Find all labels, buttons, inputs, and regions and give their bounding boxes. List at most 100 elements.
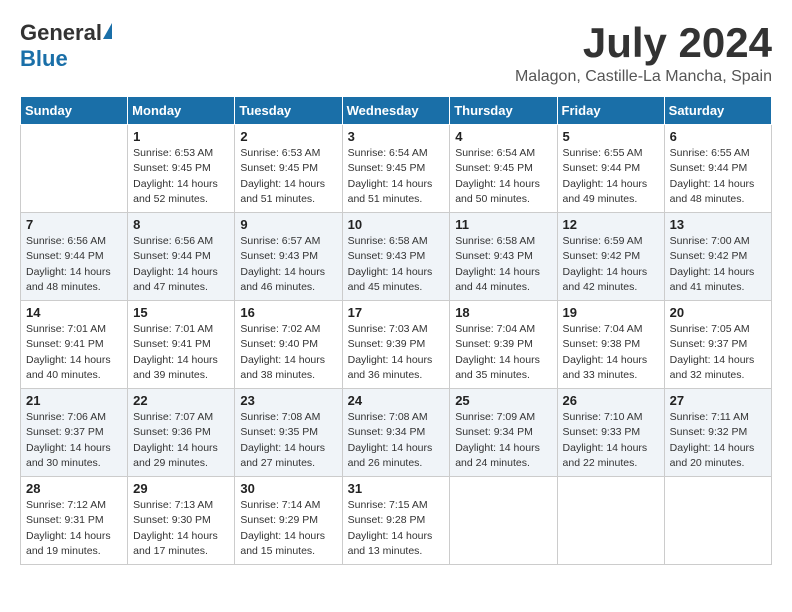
day-number: 29 bbox=[133, 481, 229, 496]
calendar-cell: 21Sunrise: 7:06 AMSunset: 9:37 PMDayligh… bbox=[21, 389, 128, 477]
day-info: Sunrise: 7:07 AMSunset: 9:36 PMDaylight:… bbox=[133, 410, 229, 471]
location: Malagon, Castille-La Mancha, Spain bbox=[515, 68, 772, 86]
day-number: 17 bbox=[348, 305, 445, 320]
header: General Blue July 2024 Malagon, Castille… bbox=[20, 20, 772, 86]
calendar-cell: 9 Sunrise: 6:57 AMSunset: 9:43 PMDaylight… bbox=[235, 213, 342, 301]
logo: General Blue bbox=[20, 20, 112, 72]
day-info: Sunrise: 7:01 AMSunset: 9:41 PMDaylight:… bbox=[26, 322, 122, 383]
calendar-cell: 20 Sunrise: 7:05 AMSunset: 9:37 PMDayligh… bbox=[664, 301, 771, 389]
calendar-cell: 13 Sunrise: 7:00 AMSunset: 9:42 PMDayligh… bbox=[664, 213, 771, 301]
day-number: 14 bbox=[26, 305, 122, 320]
day-number: 7 bbox=[26, 217, 122, 232]
day-number: 18 bbox=[455, 305, 551, 320]
day-number: 22 bbox=[133, 393, 229, 408]
day-info: Sunrise: 6:53 AMSunset: 9:45 PMDaylight:… bbox=[133, 146, 229, 207]
day-of-week-header: Saturday bbox=[664, 97, 771, 125]
day-number: 12 bbox=[563, 217, 659, 232]
day-info: Sunrise: 7:05 AMSunset: 9:37 PMDaylight:… bbox=[670, 322, 766, 383]
day-info: Sunrise: 7:15 AMSunset: 9:28 PMDaylight:… bbox=[348, 498, 445, 559]
day-number: 6 bbox=[670, 129, 766, 144]
calendar-cell: 6 Sunrise: 6:55 AMSunset: 9:44 PMDaylight… bbox=[664, 125, 771, 213]
day-number: 16 bbox=[240, 305, 336, 320]
calendar-week-row: 1 Sunrise: 6:53 AMSunset: 9:45 PMDaylight… bbox=[21, 125, 772, 213]
calendar-cell: 2 Sunrise: 6:53 AMSunset: 9:45 PMDaylight… bbox=[235, 125, 342, 213]
day-number: 31 bbox=[348, 481, 445, 496]
day-info: Sunrise: 7:04 AMSunset: 9:39 PMDaylight:… bbox=[455, 322, 551, 383]
calendar-week-row: 7 Sunrise: 6:56 AMSunset: 9:44 PMDaylight… bbox=[21, 213, 772, 301]
day-of-week-header: Monday bbox=[128, 97, 235, 125]
day-info: Sunrise: 6:58 AMSunset: 9:43 PMDaylight:… bbox=[455, 234, 551, 295]
calendar-header-row: SundayMondayTuesdayWednesdayThursdayFrid… bbox=[21, 97, 772, 125]
logo-general-text: General bbox=[20, 20, 102, 46]
month-year: July 2024 bbox=[515, 20, 772, 66]
calendar-cell: 26 Sunrise: 7:10 AMSunset: 9:33 PMDayligh… bbox=[557, 389, 664, 477]
day-info: Sunrise: 7:10 AMSunset: 9:33 PMDaylight:… bbox=[563, 410, 659, 471]
day-info: Sunrise: 7:08 AMSunset: 9:35 PMDaylight:… bbox=[240, 410, 336, 471]
day-of-week-header: Wednesday bbox=[342, 97, 450, 125]
day-info: Sunrise: 6:53 AMSunset: 9:45 PMDaylight:… bbox=[240, 146, 336, 207]
day-info: Sunrise: 6:54 AMSunset: 9:45 PMDaylight:… bbox=[455, 146, 551, 207]
day-number: 25 bbox=[455, 393, 551, 408]
calendar-week-row: 21Sunrise: 7:06 AMSunset: 9:37 PMDayligh… bbox=[21, 389, 772, 477]
calendar-cell bbox=[21, 125, 128, 213]
calendar-cell bbox=[557, 477, 664, 565]
calendar-cell: 7 Sunrise: 6:56 AMSunset: 9:44 PMDaylight… bbox=[21, 213, 128, 301]
calendar-cell: 18 Sunrise: 7:04 AMSunset: 9:39 PMDayligh… bbox=[450, 301, 557, 389]
calendar-cell: 19 Sunrise: 7:04 AMSunset: 9:38 PMDayligh… bbox=[557, 301, 664, 389]
day-info: Sunrise: 6:56 AMSunset: 9:44 PMDaylight:… bbox=[26, 234, 122, 295]
day-number: 8 bbox=[133, 217, 229, 232]
day-info: Sunrise: 7:12 AMSunset: 9:31 PMDaylight:… bbox=[26, 498, 122, 559]
day-of-week-header: Sunday bbox=[21, 97, 128, 125]
day-number: 27 bbox=[670, 393, 766, 408]
day-number: 11 bbox=[455, 217, 551, 232]
calendar-cell bbox=[450, 477, 557, 565]
calendar-cell: 17Sunrise: 7:03 AMSunset: 9:39 PMDayligh… bbox=[342, 301, 450, 389]
day-info: Sunrise: 7:14 AMSunset: 9:29 PMDaylight:… bbox=[240, 498, 336, 559]
calendar-cell: 4 Sunrise: 6:54 AMSunset: 9:45 PMDaylight… bbox=[450, 125, 557, 213]
calendar-cell: 8 Sunrise: 6:56 AMSunset: 9:44 PMDaylight… bbox=[128, 213, 235, 301]
day-info: Sunrise: 6:55 AMSunset: 9:44 PMDaylight:… bbox=[563, 146, 659, 207]
day-number: 1 bbox=[133, 129, 229, 144]
day-number: 9 bbox=[240, 217, 336, 232]
day-number: 2 bbox=[240, 129, 336, 144]
day-number: 13 bbox=[670, 217, 766, 232]
day-number: 5 bbox=[563, 129, 659, 144]
day-of-week-header: Tuesday bbox=[235, 97, 342, 125]
day-info: Sunrise: 6:57 AMSunset: 9:43 PMDaylight:… bbox=[240, 234, 336, 295]
day-info: Sunrise: 7:09 AMSunset: 9:34 PMDaylight:… bbox=[455, 410, 551, 471]
day-number: 4 bbox=[455, 129, 551, 144]
calendar-cell: 3Sunrise: 6:54 AMSunset: 9:45 PMDaylight… bbox=[342, 125, 450, 213]
calendar-cell: 30 Sunrise: 7:14 AMSunset: 9:29 PMDayligh… bbox=[235, 477, 342, 565]
calendar-week-row: 28 Sunrise: 7:12 AMSunset: 9:31 PMDayligh… bbox=[21, 477, 772, 565]
calendar-week-row: 14 Sunrise: 7:01 AMSunset: 9:41 PMDayligh… bbox=[21, 301, 772, 389]
calendar-cell: 14 Sunrise: 7:01 AMSunset: 9:41 PMDayligh… bbox=[21, 301, 128, 389]
calendar-cell: 10 Sunrise: 6:58 AMSunset: 9:43 PMDayligh… bbox=[342, 213, 450, 301]
calendar-cell: 22 Sunrise: 7:07 AMSunset: 9:36 PMDayligh… bbox=[128, 389, 235, 477]
calendar-cell: 15Sunrise: 7:01 AMSunset: 9:41 PMDayligh… bbox=[128, 301, 235, 389]
calendar-cell: 12 Sunrise: 6:59 AMSunset: 9:42 PMDayligh… bbox=[557, 213, 664, 301]
day-info: Sunrise: 6:55 AMSunset: 9:44 PMDaylight:… bbox=[670, 146, 766, 207]
calendar-cell: 24Sunrise: 7:08 AMSunset: 9:34 PMDayligh… bbox=[342, 389, 450, 477]
day-number: 20 bbox=[670, 305, 766, 320]
day-number: 19 bbox=[563, 305, 659, 320]
day-number: 30 bbox=[240, 481, 336, 496]
day-info: Sunrise: 7:11 AMSunset: 9:32 PMDaylight:… bbox=[670, 410, 766, 471]
calendar-cell: 28 Sunrise: 7:12 AMSunset: 9:31 PMDayligh… bbox=[21, 477, 128, 565]
day-info: Sunrise: 7:06 AMSunset: 9:37 PMDaylight:… bbox=[26, 410, 122, 471]
day-number: 23 bbox=[240, 393, 336, 408]
calendar-cell: 31 Sunrise: 7:15 AMSunset: 9:28 PMDayligh… bbox=[342, 477, 450, 565]
day-info: Sunrise: 7:02 AMSunset: 9:40 PMDaylight:… bbox=[240, 322, 336, 383]
calendar-cell bbox=[664, 477, 771, 565]
day-number: 10 bbox=[348, 217, 445, 232]
calendar-cell: 25 Sunrise: 7:09 AMSunset: 9:34 PMDayligh… bbox=[450, 389, 557, 477]
day-info: Sunrise: 7:04 AMSunset: 9:38 PMDaylight:… bbox=[563, 322, 659, 383]
calendar-cell: 23 Sunrise: 7:08 AMSunset: 9:35 PMDayligh… bbox=[235, 389, 342, 477]
day-info: Sunrise: 7:13 AMSunset: 9:30 PMDaylight:… bbox=[133, 498, 229, 559]
day-info: Sunrise: 6:59 AMSunset: 9:42 PMDaylight:… bbox=[563, 234, 659, 295]
logo-blue-text: Blue bbox=[20, 46, 68, 72]
day-info: Sunrise: 6:58 AMSunset: 9:43 PMDaylight:… bbox=[348, 234, 445, 295]
day-info: Sunrise: 6:56 AMSunset: 9:44 PMDaylight:… bbox=[133, 234, 229, 295]
day-number: 26 bbox=[563, 393, 659, 408]
day-number: 28 bbox=[26, 481, 122, 496]
day-info: Sunrise: 7:00 AMSunset: 9:42 PMDaylight:… bbox=[670, 234, 766, 295]
